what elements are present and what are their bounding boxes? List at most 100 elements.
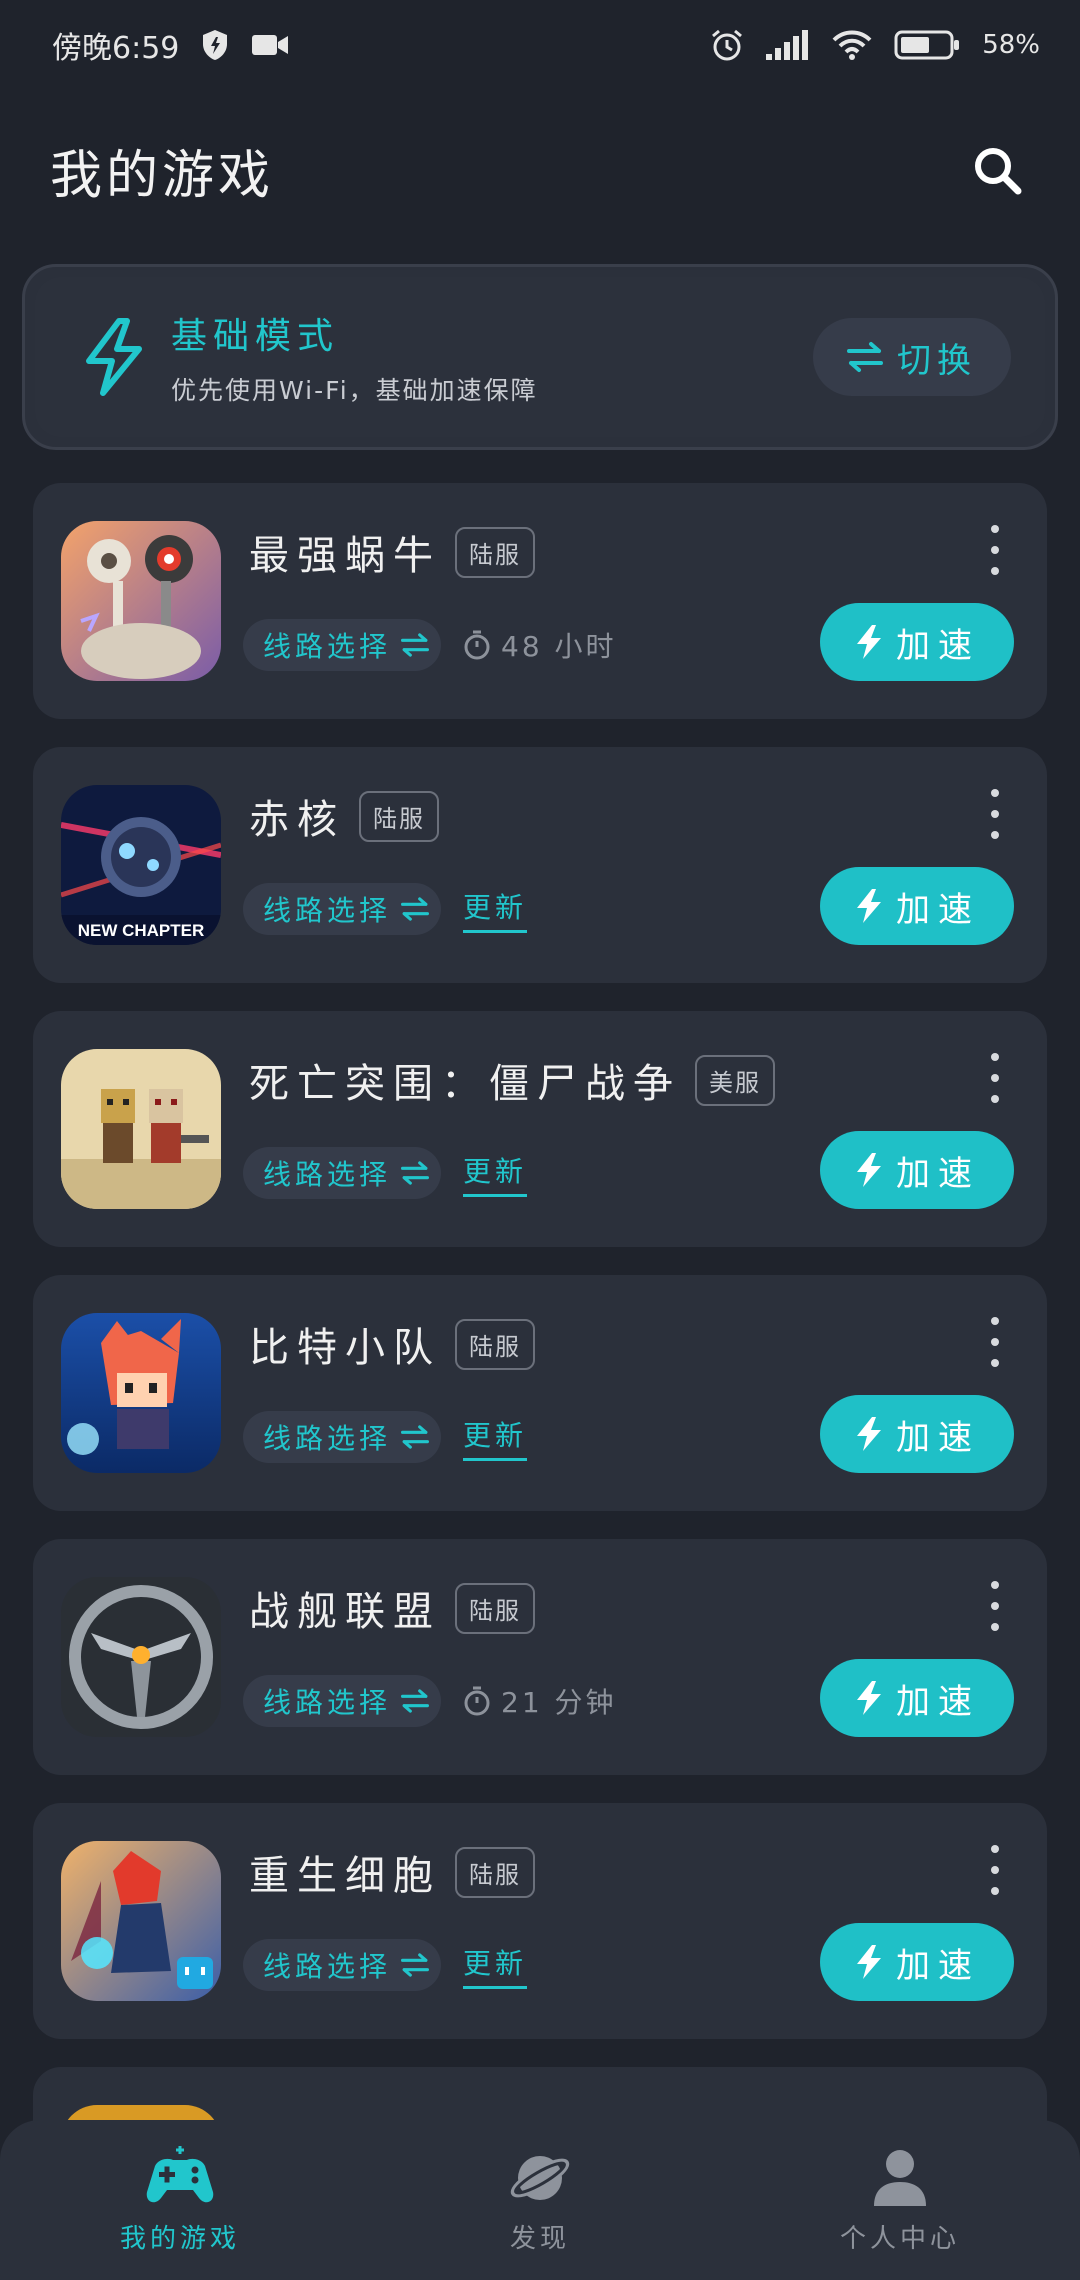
server-badge: 陆服 xyxy=(455,1582,535,1634)
app-header: 我的游戏 xyxy=(0,120,1080,220)
lightning-icon xyxy=(857,1681,881,1715)
route-label: 线路选择 xyxy=(263,630,392,663)
game-card[interactable]: 最强蜗牛 陆服 线路选择 48 小时 加速 xyxy=(33,483,1047,719)
accelerate-label: 加速 xyxy=(896,1153,980,1194)
accelerate-label: 加速 xyxy=(896,1945,980,1986)
server-badge: 陆服 xyxy=(455,1318,535,1370)
route-select-button[interactable]: 线路选择 xyxy=(243,883,442,935)
route-label: 线路选择 xyxy=(263,1950,392,1983)
swap-arrows-icon xyxy=(401,633,430,657)
accelerate-label: 加速 xyxy=(896,625,980,666)
alarm-clock-icon xyxy=(710,28,744,62)
route-label: 线路选择 xyxy=(263,1422,392,1455)
play-time: 21 分钟 xyxy=(463,1681,617,1721)
switch-label: 切换 xyxy=(897,340,977,381)
accelerate-button[interactable]: 加速 xyxy=(820,1131,1014,1209)
game-name: 赤核 xyxy=(249,797,345,843)
game-icon-snail xyxy=(61,521,221,681)
game-name: 比特小队 xyxy=(249,1325,441,1371)
status-bar: 傍晚6:59 58% xyxy=(0,0,1080,90)
more-options-button[interactable] xyxy=(983,1317,1007,1367)
game-icon-warship-alliance xyxy=(61,1577,221,1737)
accelerate-label: 加速 xyxy=(896,889,980,930)
planet-icon xyxy=(510,2155,570,2200)
accelerate-button[interactable]: 加速 xyxy=(820,1395,1014,1473)
swap-arrows-icon xyxy=(401,897,430,921)
mode-title: 基础模式 xyxy=(171,316,340,357)
route-select-button[interactable]: 线路选择 xyxy=(243,1147,442,1199)
play-time-value: 21 分钟 xyxy=(501,1686,617,1719)
nav-discover[interactable]: 发现 xyxy=(390,2146,690,2255)
play-time: 48 小时 xyxy=(463,625,617,665)
battery-percent: 58% xyxy=(982,30,1040,60)
lightning-icon xyxy=(857,1417,881,1451)
server-badge: 美服 xyxy=(695,1054,775,1106)
game-card[interactable]: NEW CHAPTER 赤核 陆服 线路选择 更新 加速 xyxy=(33,747,1047,983)
nav-label: 我的游戏 xyxy=(119,2223,240,2254)
route-label: 线路选择 xyxy=(263,894,392,927)
accelerate-button[interactable]: 加速 xyxy=(820,1923,1014,2001)
swap-arrows-icon xyxy=(401,1161,430,1185)
update-link[interactable]: 更新 xyxy=(463,1414,528,1461)
lightning-icon xyxy=(857,1153,881,1187)
stopwatch-icon xyxy=(464,1686,490,1716)
game-name: 死亡突围：僵尸战争 xyxy=(249,1061,681,1107)
nav-label: 个人中心 xyxy=(839,2223,960,2254)
route-select-button[interactable]: 线路选择 xyxy=(243,1675,442,1727)
gamepad-icon xyxy=(146,2145,214,2202)
battery-icon xyxy=(894,29,960,61)
page-title: 我的游戏 xyxy=(50,145,275,206)
game-card[interactable]: 战舰联盟 陆服 线路选择 21 分钟 加速 xyxy=(33,1539,1047,1775)
server-badge: 陆服 xyxy=(455,1846,535,1898)
update-link[interactable]: 更新 xyxy=(463,1942,528,1989)
swap-arrows-icon xyxy=(401,1425,430,1449)
game-list: 最强蜗牛 陆服 线路选择 48 小时 加速 NEW CHAPTER 赤核 陆服 … xyxy=(33,483,1047,2280)
accelerate-button[interactable]: 加速 xyxy=(820,603,1014,681)
game-icon-red-core: NEW CHAPTER xyxy=(61,785,221,945)
accel-mode-card: 基础模式 优先使用Wi-Fi，基础加速保障 切换 xyxy=(22,264,1058,450)
search-button[interactable] xyxy=(962,135,1032,205)
more-options-button[interactable] xyxy=(983,1053,1007,1103)
wifi-icon xyxy=(832,29,872,61)
lightning-icon xyxy=(86,318,142,396)
nav-label: 发现 xyxy=(509,2223,570,2254)
more-options-button[interactable] xyxy=(983,789,1007,839)
nav-my-games[interactable]: 我的游戏 xyxy=(30,2145,330,2255)
search-icon xyxy=(975,148,1022,195)
game-name: 最强蜗牛 xyxy=(249,533,441,579)
game-icon-dead-cells xyxy=(61,1841,221,2001)
route-label: 线路选择 xyxy=(263,1686,392,1719)
route-select-button[interactable]: 线路选择 xyxy=(243,619,442,671)
lightning-icon xyxy=(857,625,881,659)
icon-caption: NEW CHAPTER xyxy=(78,921,205,940)
game-name: 战舰联盟 xyxy=(249,1589,441,1635)
stopwatch-icon xyxy=(464,630,490,660)
nav-profile[interactable]: 个人中心 xyxy=(750,2146,1050,2255)
game-card[interactable]: 比特小队 陆服 线路选择 更新 加速 xyxy=(33,1275,1047,1511)
swap-arrows-icon xyxy=(401,1689,430,1713)
accelerate-button[interactable]: 加速 xyxy=(820,867,1014,945)
route-select-button[interactable]: 线路选择 xyxy=(243,1939,442,1991)
swap-arrows-icon xyxy=(401,1953,430,1977)
switch-mode-button[interactable]: 切换 xyxy=(813,318,1011,396)
update-link[interactable]: 更新 xyxy=(463,1150,528,1197)
update-link[interactable]: 更新 xyxy=(463,886,528,933)
signal-icon xyxy=(766,30,810,60)
video-camera-icon xyxy=(251,32,289,58)
game-card[interactable]: 死亡突围：僵尸战争 美服 线路选择 更新 加速 xyxy=(33,1011,1047,1247)
bottom-nav: 我的游戏 发现 个人中心 xyxy=(0,2120,1080,2280)
accelerate-label: 加速 xyxy=(896,1681,980,1722)
mode-subtitle: 优先使用Wi-Fi，基础加速保障 xyxy=(171,376,538,405)
game-card[interactable]: 重生细胞 陆服 线路选择 更新 加速 xyxy=(33,1803,1047,2039)
shield-icon xyxy=(201,29,229,61)
accelerate-button[interactable]: 加速 xyxy=(820,1659,1014,1737)
more-options-button[interactable] xyxy=(983,1845,1007,1895)
route-select-button[interactable]: 线路选择 xyxy=(243,1411,442,1463)
play-time-value: 48 小时 xyxy=(501,630,617,663)
more-options-button[interactable] xyxy=(983,1581,1007,1631)
game-icon-bit-squad xyxy=(61,1313,221,1473)
more-options-button[interactable] xyxy=(983,525,1007,575)
game-name: 重生细胞 xyxy=(249,1853,441,1899)
accelerate-label: 加速 xyxy=(896,1417,980,1458)
server-badge: 陆服 xyxy=(359,790,439,842)
